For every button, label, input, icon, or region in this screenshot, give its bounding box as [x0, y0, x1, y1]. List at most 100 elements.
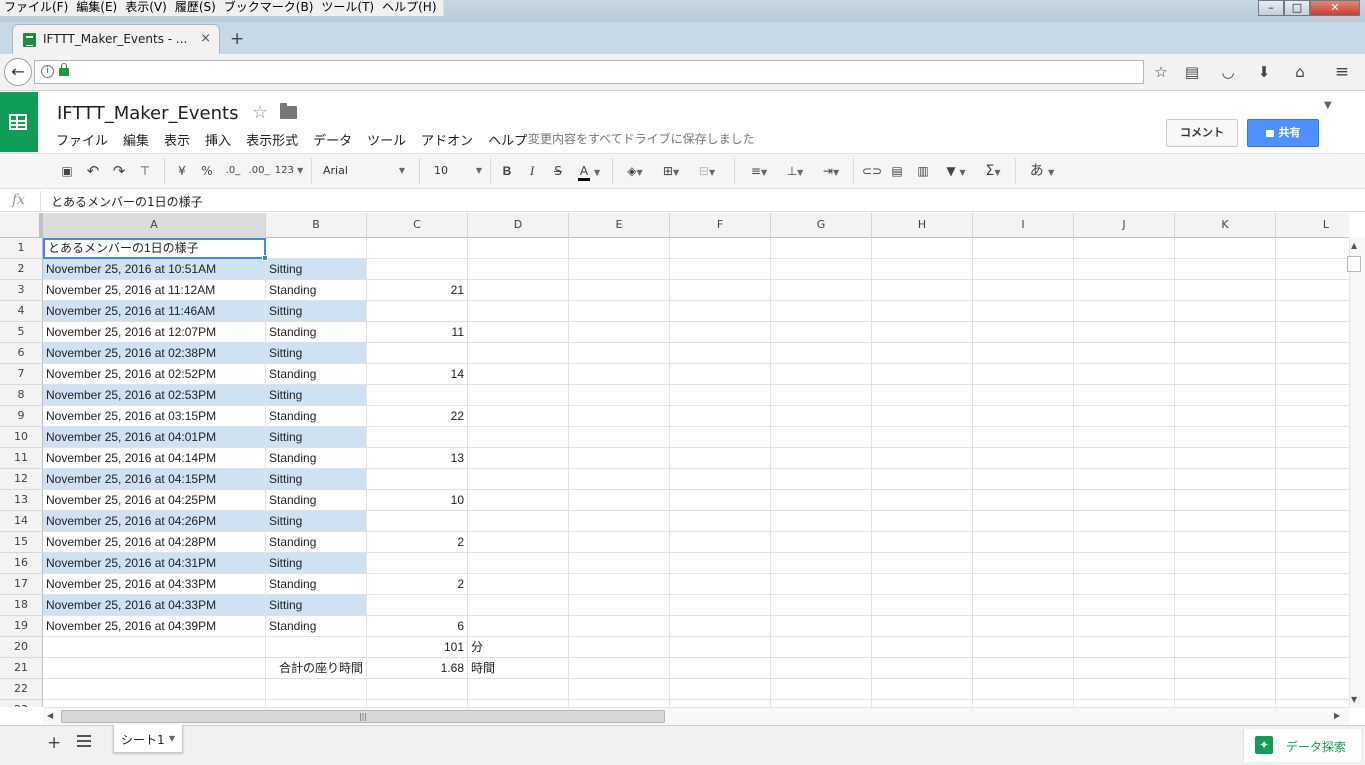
- cell-empty[interactable]: [973, 700, 1074, 707]
- cell-empty[interactable]: [771, 595, 872, 616]
- cell-d12[interactable]: [468, 469, 569, 490]
- row-header[interactable]: 3: [0, 280, 43, 301]
- row-header[interactable]: 13: [0, 490, 43, 511]
- cell-empty[interactable]: [872, 658, 973, 679]
- cell-empty[interactable]: [973, 343, 1074, 364]
- cell-empty[interactable]: [569, 490, 670, 511]
- cell-c12[interactable]: [367, 469, 468, 490]
- input-tools-button[interactable]: あ ▼: [1025, 162, 1059, 180]
- cell-empty[interactable]: [1175, 553, 1276, 574]
- cell-empty[interactable]: [771, 406, 872, 427]
- cell-c7[interactable]: 14: [367, 364, 468, 385]
- cell-empty[interactable]: [1175, 385, 1276, 406]
- add-sheet-button[interactable]: +: [47, 733, 61, 753]
- cell-empty[interactable]: [872, 574, 973, 595]
- cell-empty[interactable]: [1074, 448, 1175, 469]
- cell-empty[interactable]: [1175, 637, 1276, 658]
- cell-empty[interactable]: [1175, 700, 1276, 707]
- row-header[interactable]: 2: [0, 259, 43, 280]
- cell-c15[interactable]: 2: [367, 532, 468, 553]
- cell-empty[interactable]: [1074, 280, 1175, 301]
- cell-b17[interactable]: Standing: [266, 574, 367, 595]
- cell-c18[interactable]: [367, 595, 468, 616]
- cell-empty[interactable]: [973, 385, 1074, 406]
- cell-empty[interactable]: [973, 595, 1074, 616]
- cell-empty[interactable]: [1175, 469, 1276, 490]
- cell-empty[interactable]: [973, 364, 1074, 385]
- currency-format-button[interactable]: ¥: [174, 162, 190, 180]
- cell-empty[interactable]: [670, 385, 771, 406]
- spreadsheet-grid[interactable]: ABCDEFGHIJKL 1 とあるメンバーの1日の様子 2 November 25,…: [0, 213, 1349, 707]
- back-button[interactable]: ←: [4, 58, 32, 86]
- cell-c16[interactable]: [367, 553, 468, 574]
- strikethrough-button[interactable]: S: [550, 162, 566, 180]
- cell-c13[interactable]: 10: [367, 490, 468, 511]
- cell-d22[interactable]: [468, 679, 569, 700]
- cell-empty[interactable]: [771, 700, 872, 707]
- cell-empty[interactable]: [670, 553, 771, 574]
- cell-b8[interactable]: Sitting: [266, 385, 367, 406]
- cell-a21[interactable]: [43, 658, 266, 679]
- cell-d16[interactable]: [468, 553, 569, 574]
- cell-empty[interactable]: [1175, 511, 1276, 532]
- cell-empty[interactable]: [872, 553, 973, 574]
- cell-empty[interactable]: [569, 385, 670, 406]
- cell-empty[interactable]: [569, 427, 670, 448]
- cell-empty[interactable]: [872, 343, 973, 364]
- cell-b9[interactable]: Standing: [266, 406, 367, 427]
- column-header-f[interactable]: F: [670, 213, 771, 238]
- cell-empty[interactable]: [1074, 490, 1175, 511]
- cell-empty[interactable]: [670, 574, 771, 595]
- menu-data[interactable]: データ: [313, 130, 352, 149]
- cell-empty[interactable]: [1276, 322, 1349, 343]
- bold-button[interactable]: B: [499, 162, 515, 180]
- cell-empty[interactable]: [1074, 343, 1175, 364]
- os-menu-tools[interactable]: ツール(T): [319, 0, 380, 16]
- cell-empty[interactable]: [670, 259, 771, 280]
- cell-empty[interactable]: [1074, 511, 1175, 532]
- column-header-a[interactable]: A: [43, 213, 266, 238]
- cell-c8[interactable]: [367, 385, 468, 406]
- cell-empty[interactable]: [771, 574, 872, 595]
- row-header[interactable]: 5: [0, 322, 43, 343]
- cell-empty[interactable]: [1276, 658, 1349, 679]
- insert-comment-icon[interactable]: ▤: [888, 162, 906, 180]
- cell-a1[interactable]: とあるメンバーの1日の様子: [43, 238, 266, 259]
- cell-d1[interactable]: [468, 238, 569, 259]
- column-header-i[interactable]: I: [973, 213, 1074, 238]
- cell-empty[interactable]: [670, 658, 771, 679]
- cell-empty[interactable]: [1276, 427, 1349, 448]
- scroll-left-icon[interactable]: ◀: [47, 711, 53, 720]
- text-wrap-button[interactable]: ⇥▼: [815, 162, 847, 180]
- cell-c2[interactable]: [367, 259, 468, 280]
- cell-empty[interactable]: [973, 532, 1074, 553]
- row-header[interactable]: 9: [0, 406, 43, 427]
- row-header[interactable]: 23: [0, 700, 43, 707]
- cell-empty[interactable]: [771, 343, 872, 364]
- cell-empty[interactable]: [973, 301, 1074, 322]
- cell-d15[interactable]: [468, 532, 569, 553]
- column-header-c[interactable]: C: [367, 213, 468, 238]
- cell-a17[interactable]: November 25, 2016 at 04:33PM: [43, 574, 266, 595]
- cell-a4[interactable]: November 25, 2016 at 11:46AM: [43, 301, 266, 322]
- menu-file[interactable]: ファイル: [56, 130, 108, 149]
- cell-c21[interactable]: 1.68: [367, 658, 468, 679]
- row-header[interactable]: 17: [0, 574, 43, 595]
- cell-empty[interactable]: [569, 637, 670, 658]
- cell-empty[interactable]: [973, 553, 1074, 574]
- cell-d18[interactable]: [468, 595, 569, 616]
- os-menu-view[interactable]: 表示(V): [123, 0, 173, 16]
- cell-empty[interactable]: [1276, 280, 1349, 301]
- cell-empty[interactable]: [1276, 679, 1349, 700]
- cell-a5[interactable]: November 25, 2016 at 12:07PM: [43, 322, 266, 343]
- column-header-h[interactable]: H: [872, 213, 973, 238]
- cell-empty[interactable]: [771, 448, 872, 469]
- vertical-scroll-thumb[interactable]: [1347, 256, 1361, 272]
- bookmark-star-icon[interactable]: ☆: [1150, 61, 1172, 83]
- cell-d7[interactable]: [468, 364, 569, 385]
- cell-empty[interactable]: [1074, 700, 1175, 707]
- cell-b6[interactable]: Sitting: [266, 343, 367, 364]
- cell-empty[interactable]: [1175, 658, 1276, 679]
- cell-empty[interactable]: [670, 637, 771, 658]
- cell-b3[interactable]: Standing: [266, 280, 367, 301]
